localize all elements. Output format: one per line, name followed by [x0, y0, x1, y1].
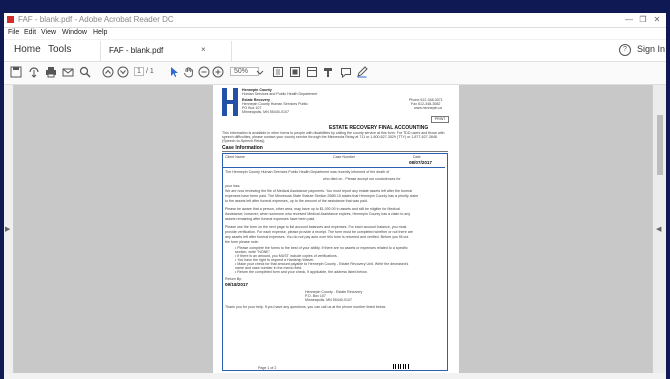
- pdf-p5a: Please be aware that a person, other are…: [225, 207, 400, 211]
- pdf-thanks: Thank you for your help. If you have any…: [225, 305, 387, 309]
- pdf-print-button[interactable]: PRINT: [431, 116, 449, 123]
- maximize-button[interactable]: ❐: [638, 15, 648, 24]
- pdf-barcode: [393, 364, 409, 369]
- menu-help[interactable]: Help: [93, 29, 107, 36]
- pdf-p4c: to the assets left after funeral expense…: [225, 199, 368, 203]
- comment-icon[interactable]: [340, 66, 352, 78]
- minimize-button[interactable]: —: [624, 15, 634, 24]
- menu-edit[interactable]: Edit: [24, 29, 36, 36]
- document-area[interactable]: ▶ Hennepin County Human Services and Pub…: [4, 85, 666, 373]
- toolbar: 1 / 1 50%: [4, 62, 666, 85]
- tab-tools[interactable]: Tools: [48, 44, 71, 55]
- pdf-p4a: We are now reviewing the file of Medical…: [225, 189, 413, 193]
- snapshot-icon[interactable]: [322, 66, 334, 78]
- zoom-in-icon[interactable]: [212, 66, 224, 78]
- upload-icon[interactable]: [28, 66, 40, 78]
- tab-bar: Home Tools FAF - blank.pdf × ? Sign In: [4, 40, 666, 62]
- menu-bar: File Edit View Window Help: [4, 28, 666, 39]
- pdf-divider: [222, 151, 448, 152]
- desktop-background: FAF - blank.pdf - Adobe Acrobat Reader D…: [0, 0, 670, 379]
- scrollbar-thumb[interactable]: [657, 115, 663, 175]
- pdf-p6c: any assets left after funeral expenses. …: [225, 235, 409, 239]
- next-page-icon[interactable]: [117, 66, 129, 78]
- pdf-date-value: 08/07/2017: [409, 160, 432, 165]
- close-window-button[interactable]: ✕: [652, 15, 662, 24]
- menu-view[interactable]: View: [41, 29, 56, 36]
- hand-icon[interactable]: [183, 66, 195, 78]
- pdf-p6a: Please use the form on the next page to …: [225, 225, 407, 229]
- pdf-p6d: the form please note:: [225, 240, 259, 244]
- pdf-intro: This information is available in other f…: [222, 131, 445, 143]
- acrobat-window: FAF - blank.pdf - Adobe Acrobat Reader D…: [4, 13, 666, 373]
- fit-page-icon[interactable]: [272, 66, 284, 78]
- tab-home[interactable]: Home: [14, 44, 41, 55]
- pdf-field-row-divider: [223, 167, 445, 168]
- pdf-label-date: Date: [413, 155, 421, 159]
- full-screen-icon[interactable]: [306, 66, 318, 78]
- bottom-edge: [4, 373, 666, 379]
- select-cursor-icon[interactable]: [168, 66, 180, 78]
- pdf-p5b: Assistance; however, when someone who re…: [225, 212, 411, 216]
- pdf-bullet-5: • Return the completed form and your che…: [235, 270, 368, 274]
- pdf-p6b: provide verification. For each expense, …: [225, 230, 413, 234]
- save-icon[interactable]: [10, 66, 22, 78]
- acrobat-app-icon: [7, 16, 14, 23]
- pdf-page: Hennepin County Human Services and Publi…: [213, 85, 459, 373]
- sign-in-link[interactable]: Sign In: [637, 44, 665, 54]
- page-total: / 1: [146, 68, 154, 75]
- help-icon[interactable]: ?: [619, 44, 631, 56]
- vertical-scrollbar[interactable]: ◀: [652, 85, 666, 373]
- prev-page-icon[interactable]: [102, 66, 114, 78]
- search-icon[interactable]: [79, 66, 91, 78]
- zoom-out-icon[interactable]: [198, 66, 210, 78]
- hennepin-county-logo-icon: [222, 88, 238, 116]
- pdf-footer-page: Page 1 of 2: [258, 366, 277, 370]
- scroll-mode-icon[interactable]: [289, 66, 301, 78]
- pdf-web: www.hennepin.us: [414, 106, 443, 110]
- window-title: FAF - blank.pdf - Adobe Acrobat Reader D…: [18, 15, 174, 24]
- pdf-dept: Human Services and Public Health Departm…: [242, 92, 318, 96]
- document-tab-label: FAF - blank.pdf: [109, 46, 164, 55]
- title-bar: FAF - blank.pdf - Adobe Acrobat Reader D…: [4, 13, 666, 28]
- zoom-dropdown-chevron-icon[interactable]: [254, 66, 264, 78]
- pdf-return-date: 09/18/2017: [225, 282, 248, 287]
- pdf-p4b: expenses have been paid. The Minnesota S…: [225, 194, 419, 198]
- expand-left-panel-icon[interactable]: ▶: [5, 225, 10, 233]
- close-tab-button[interactable]: ×: [201, 45, 206, 54]
- tab-document[interactable]: FAF - blank.pdf ×: [100, 41, 232, 61]
- print-icon[interactable]: [45, 66, 57, 78]
- pen-icon[interactable]: [356, 66, 368, 78]
- menu-file[interactable]: File: [8, 29, 19, 36]
- pdf-label-client: Client Name: [225, 155, 245, 159]
- expand-right-panel-icon[interactable]: ◀: [656, 225, 661, 233]
- menu-window[interactable]: Window: [62, 29, 87, 36]
- pdf-label-case: Case Number: [333, 155, 356, 159]
- pdf-addr-3: Minneapolis, MN 55440-0107: [305, 298, 352, 302]
- email-icon[interactable]: [62, 66, 74, 78]
- pdf-p1: The Hennepin County Human Services Publi…: [225, 170, 390, 174]
- pdf-p3: your loss.: [225, 184, 241, 188]
- pdf-p5c: assets remaining after funeral expenses …: [225, 217, 316, 221]
- page-number-input[interactable]: 1: [134, 67, 144, 76]
- pdf-p2: who died on . Please accept our condolen…: [323, 177, 401, 181]
- pdf-mail-3: Minneapolis, MN 55440-0107: [242, 110, 289, 114]
- left-panel-toggle[interactable]: ▶: [4, 85, 14, 373]
- pdf-return-by-label: Return By:: [225, 277, 242, 281]
